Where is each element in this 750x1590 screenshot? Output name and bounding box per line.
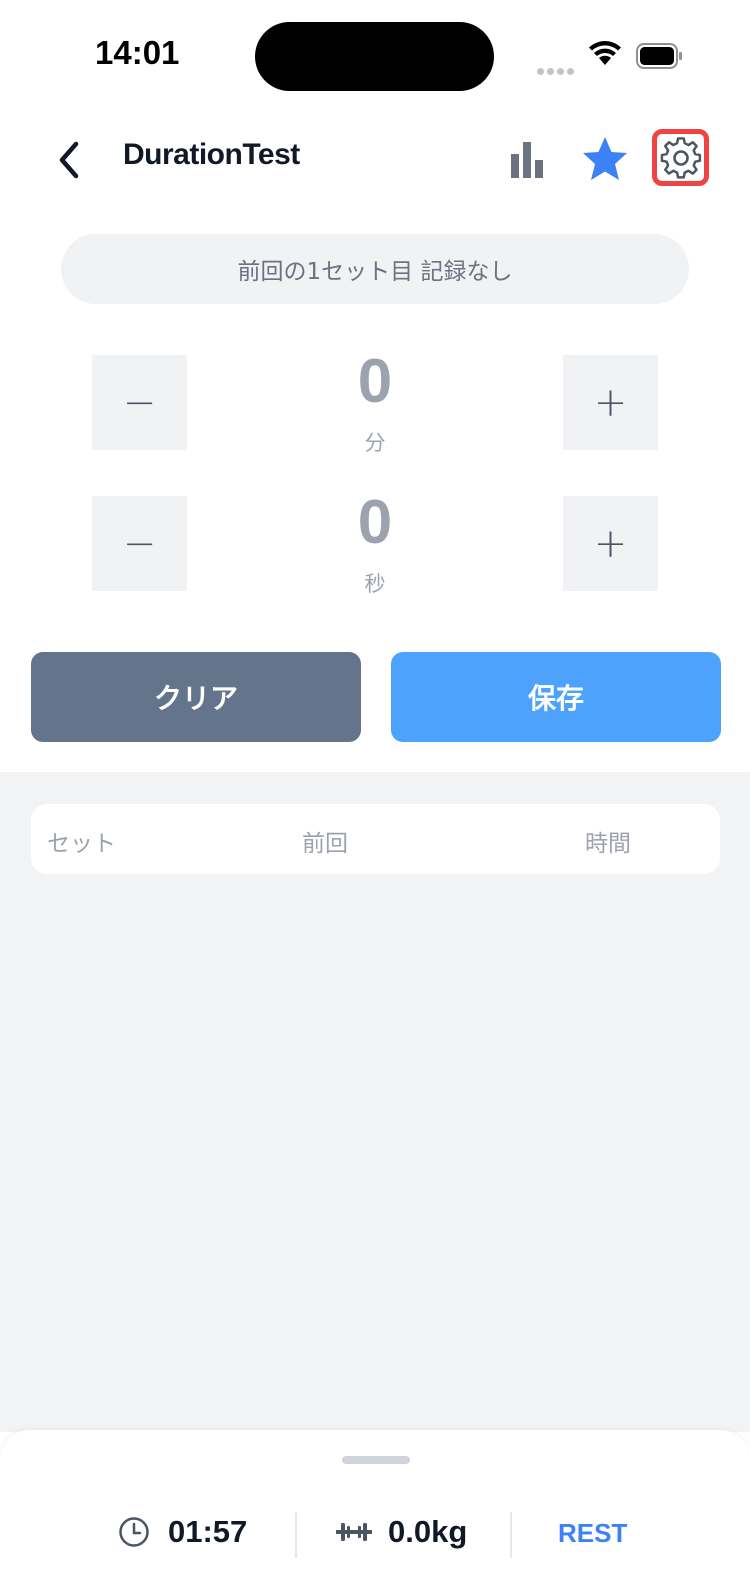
minutes-value: 0 bbox=[357, 347, 393, 416]
total-weight: 0.0kg bbox=[336, 1514, 467, 1550]
bar-chart-icon bbox=[511, 142, 543, 178]
column-header-set: セット bbox=[47, 831, 116, 857]
previous-record-banner: 前回の1セット目 記録なし bbox=[61, 234, 689, 304]
status-bar: 14:01 bbox=[0, 0, 750, 110]
wifi-icon bbox=[588, 40, 622, 70]
dumbbell-icon bbox=[336, 1523, 372, 1541]
save-button[interactable]: 保存 bbox=[391, 652, 721, 742]
seconds-value: 0 bbox=[357, 488, 393, 557]
column-header-time: 時間 bbox=[585, 831, 631, 857]
minutes-increment-button[interactable]: + bbox=[563, 355, 658, 450]
gear-icon bbox=[660, 136, 701, 179]
column-header-previous: 前回 bbox=[302, 831, 348, 857]
minutes-decrement-button[interactable]: − bbox=[92, 355, 187, 450]
clock-icon bbox=[119, 1517, 149, 1547]
sets-table-header: セット 前回 時間 bbox=[31, 804, 720, 874]
settings-button[interactable] bbox=[652, 129, 709, 186]
divider bbox=[510, 1512, 512, 1558]
back-button[interactable] bbox=[52, 132, 92, 188]
favorite-button[interactable] bbox=[580, 134, 630, 184]
minutes-unit-label: 分 bbox=[364, 431, 386, 455]
sets-list-area: セット 前回 時間 bbox=[0, 772, 750, 1432]
nav-bar: DurationTest bbox=[0, 120, 750, 200]
timer-value: 01:57 bbox=[168, 1514, 248, 1549]
drag-handle[interactable] bbox=[342, 1456, 410, 1464]
clear-button[interactable]: クリア bbox=[31, 652, 361, 742]
seconds-decrement-button[interactable]: − bbox=[92, 496, 187, 591]
battery-icon bbox=[636, 43, 682, 73]
weight-value: 0.0kg bbox=[388, 1514, 468, 1549]
chevron-left-icon bbox=[59, 141, 79, 179]
seconds-increment-button[interactable]: + bbox=[563, 496, 658, 591]
seconds-unit-label: 秒 bbox=[364, 572, 386, 596]
minutes-stepper: − 0 分 + bbox=[92, 347, 658, 455]
status-time: 14:01 bbox=[95, 34, 180, 71]
star-icon bbox=[583, 137, 627, 180]
stats-button[interactable] bbox=[509, 138, 549, 182]
dynamic-island bbox=[255, 22, 494, 91]
workout-timer: 01:57 bbox=[118, 1514, 247, 1550]
seconds-stepper: − 0 秒 + bbox=[92, 488, 658, 596]
page-title: DurationTest bbox=[123, 138, 300, 171]
bottom-panel: 01:57 0.0kg REST bbox=[0, 1430, 750, 1590]
divider bbox=[295, 1512, 297, 1558]
rest-button[interactable]: REST bbox=[558, 1518, 627, 1549]
cellular-signal-icon bbox=[537, 60, 577, 79]
